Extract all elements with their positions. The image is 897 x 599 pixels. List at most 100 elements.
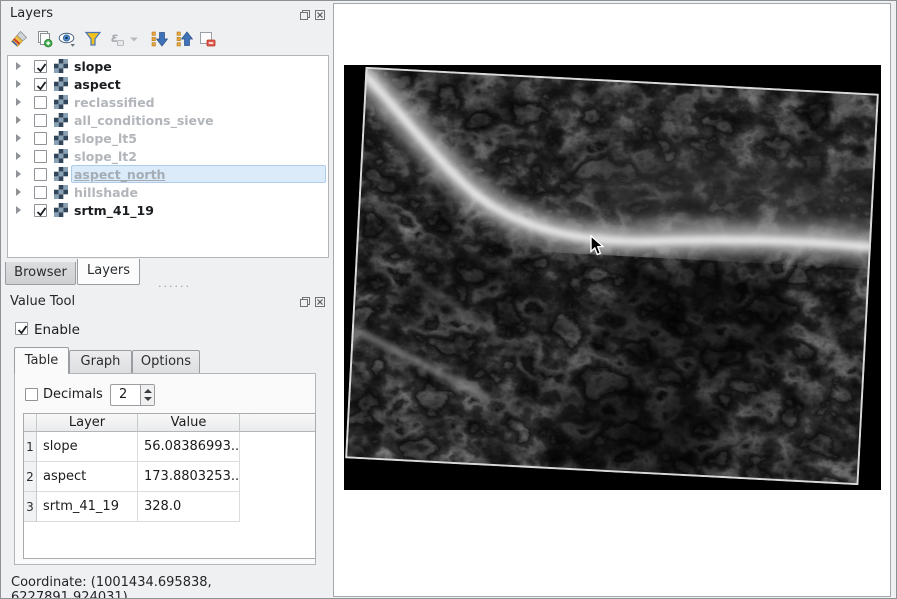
close-panel-icon[interactable]: [314, 9, 326, 21]
layer-row-slope-lt2[interactable]: slope_lt2: [8, 147, 328, 165]
expand-icon[interactable]: [13, 62, 23, 70]
tab-browser[interactable]: Browser: [5, 262, 76, 285]
style-manager-icon[interactable]: [10, 30, 28, 48]
expand-icon[interactable]: [13, 170, 23, 178]
left-dock: Layers ε: [2, 2, 332, 598]
row-number: 2: [24, 462, 37, 492]
expand-icon[interactable]: [13, 188, 23, 196]
raster-layer-icon: [54, 149, 68, 163]
table-row: 1 slope 56.08386993...: [24, 432, 315, 462]
layer-checkbox[interactable]: [34, 168, 47, 181]
layer-checkbox[interactable]: [34, 78, 47, 91]
layer-checkbox[interactable]: [34, 186, 47, 199]
spinner-buttons[interactable]: [140, 385, 154, 405]
raster-layer-icon: [54, 59, 68, 73]
layer-row-hillshade[interactable]: hillshade: [8, 183, 328, 201]
layer-label: slope_lt2: [74, 149, 137, 164]
tab-options[interactable]: Options: [132, 350, 200, 374]
raster-layer-icon: [54, 113, 68, 127]
expand-icon[interactable]: [13, 116, 23, 124]
layer-label: aspect: [74, 77, 121, 92]
layer-row-aspect-north[interactable]: aspect_north: [8, 165, 328, 183]
layer-row-slope-lt5[interactable]: slope_lt5: [8, 129, 328, 147]
filter-legend-icon[interactable]: [84, 30, 102, 48]
raster-layer-icon: [54, 167, 68, 181]
layer-row-all-conditions-sieve[interactable]: all_conditions_sieve: [8, 111, 328, 129]
expand-icon[interactable]: [13, 152, 23, 160]
layer-label: aspect_north: [74, 167, 165, 182]
dock-splitter-handle[interactable]: ······: [158, 280, 191, 293]
decimals-label: Decimals: [43, 387, 103, 402]
coordinate-readout: Coordinate: (1001434.695838, 6227891.924…: [11, 575, 332, 599]
raster-layer-icon: [54, 185, 68, 199]
add-group-icon[interactable]: [35, 30, 53, 48]
enable-checkbox[interactable]: [15, 322, 28, 335]
layer-row-slope[interactable]: slope: [8, 57, 328, 75]
layer-checkbox[interactable]: [34, 96, 47, 109]
decimals-spinbox[interactable]: 2: [110, 384, 155, 406]
layer-row-reclassified[interactable]: reclassified: [8, 93, 328, 111]
tab-table[interactable]: Table: [14, 347, 69, 374]
table-header: Layer Value: [24, 414, 315, 432]
row-number: 3: [24, 492, 37, 522]
raster-layer-icon: [54, 131, 68, 145]
close-panel-icon[interactable]: [314, 296, 326, 308]
layer-label: reclassified: [74, 95, 155, 110]
layer-label: srtm_41_19: [74, 203, 154, 218]
layers-panel-title: Layers: [10, 6, 53, 21]
expand-icon[interactable]: [13, 206, 23, 214]
column-header-value: Value: [138, 414, 240, 432]
layer-checkbox[interactable]: [34, 132, 47, 145]
layer-checkbox[interactable]: [34, 150, 47, 163]
slope-raster-image: [345, 67, 879, 485]
cursor-icon: [589, 235, 606, 257]
map-canvas[interactable]: [333, 3, 891, 597]
spin-up-icon[interactable]: [144, 389, 152, 393]
value-table[interactable]: Layer Value 1 slope 56.08386993... 2 asp…: [23, 413, 316, 559]
enable-label: Enable: [34, 322, 80, 338]
filter-by-expression-icon[interactable]: ε: [108, 30, 126, 48]
layer-checkbox[interactable]: [34, 114, 47, 127]
cell-layer: aspect: [37, 462, 138, 492]
value-tool-title: Value Tool: [10, 294, 75, 309]
cell-value: 328.0: [138, 492, 240, 522]
raster-layer-icon: [54, 203, 68, 217]
float-panel-icon[interactable]: [299, 296, 311, 308]
raster-layer-icon: [54, 95, 68, 109]
cell-value: 173.8803253...: [138, 462, 240, 492]
header-filler: [240, 414, 315, 432]
column-header-layer: Layer: [37, 414, 138, 432]
layer-label: slope_lt5: [74, 131, 137, 146]
table-row: 2 aspect 173.8803253...: [24, 462, 315, 492]
layer-label: slope: [74, 59, 112, 74]
layer-row-aspect[interactable]: aspect: [8, 75, 328, 93]
expand-icon[interactable]: [13, 98, 23, 106]
layer-label: all_conditions_sieve: [74, 113, 214, 128]
collapse-all-icon[interactable]: [175, 30, 193, 48]
raster-extent: [344, 65, 881, 490]
spin-down-icon[interactable]: [144, 397, 152, 401]
expand-all-icon[interactable]: [150, 30, 168, 48]
qgis-window: Layers ε: [0, 0, 897, 599]
layer-checkbox[interactable]: [34, 60, 47, 73]
corner-header: [24, 414, 37, 432]
decimals-value: 2: [119, 387, 127, 402]
manage-map-themes-icon[interactable]: [58, 30, 76, 48]
float-panel-icon[interactable]: [299, 9, 311, 21]
expression-dropdown-icon[interactable]: [129, 30, 139, 48]
row-number: 1: [24, 432, 37, 462]
cell-layer: slope: [37, 432, 138, 462]
remove-layer-group-icon[interactable]: [198, 30, 216, 48]
layer-tree[interactable]: slope aspect reclassified: [7, 55, 329, 258]
tab-layers[interactable]: Layers: [77, 259, 140, 285]
layer-row-srtm-41-19[interactable]: srtm_41_19: [8, 201, 328, 219]
expand-icon[interactable]: [13, 80, 23, 88]
layer-checkbox[interactable]: [34, 204, 47, 217]
expand-icon[interactable]: [13, 134, 23, 142]
cell-value: 56.08386993...: [138, 432, 240, 462]
raster-layer-icon: [54, 77, 68, 91]
decimals-checkbox[interactable]: [25, 388, 38, 401]
value-tool-content: Decimals 2 Layer Value 1 slope 56.083869…: [14, 373, 316, 565]
tab-graph[interactable]: Graph: [69, 350, 132, 374]
layer-label: hillshade: [74, 185, 138, 200]
